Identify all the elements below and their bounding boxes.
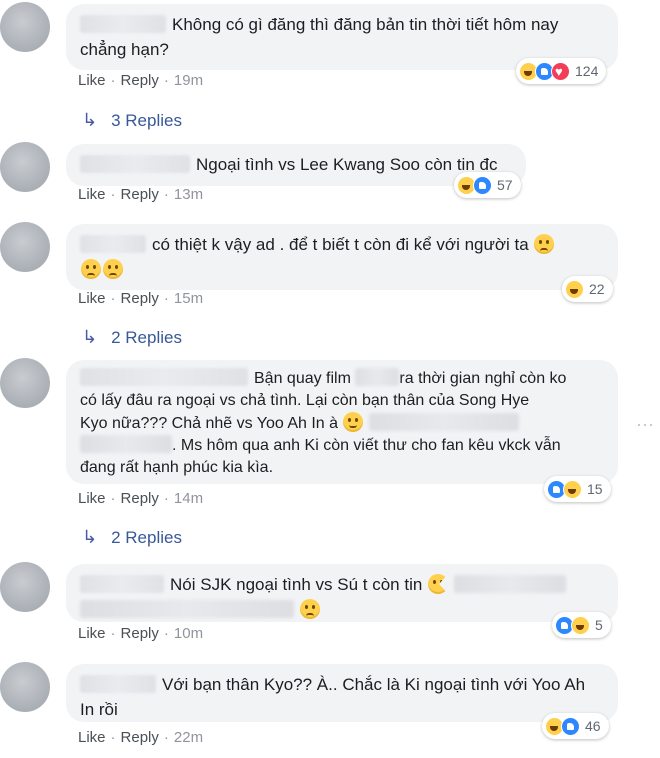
replies-count: 2 Replies	[111, 527, 182, 547]
reaction-count: 5	[595, 617, 603, 633]
comment-bubble: Bận quay film ra thời gian nghỉ còn ko c…	[66, 360, 618, 484]
like-button[interactable]: Like	[78, 625, 106, 642]
reply-arrow-icon: ↳	[82, 527, 98, 547]
comment-actions: Like · Reply · 14m	[78, 490, 204, 507]
timestamp[interactable]: 10m	[174, 625, 203, 642]
love-reaction-icon	[551, 61, 570, 81]
timestamp[interactable]: 22m	[174, 729, 203, 746]
author-name-redacted[interactable]	[80, 575, 164, 593]
avatar[interactable]	[0, 358, 50, 408]
comment-text-line: đang rất hạnh phúc kia kìa.	[80, 459, 274, 476]
sad-emoji-icon	[534, 234, 555, 254]
comment-actions: Like · Reply · 13m	[78, 186, 204, 203]
comment-bubble: Với bạn thân Kyo?? À.. Chắc là Ki ngoại …	[66, 664, 618, 722]
comment-text-line: ra thời gian nghỉ còn ko	[399, 370, 567, 387]
comment-text-line: . Ms hôm qua anh Ki còn viết thư cho fan…	[172, 437, 561, 454]
sad-emoji-icon	[81, 259, 101, 279]
view-replies-link[interactable]: ↳ 2 Replies	[82, 327, 182, 348]
comment-text-line: có lấy đâu ra ngoại vs chả tình. Lại còn…	[80, 392, 530, 409]
timestamp[interactable]: 14m	[174, 490, 203, 507]
author-name-redacted[interactable]	[80, 155, 190, 173]
author-name-redacted[interactable]	[80, 15, 166, 33]
timestamp[interactable]: 19m	[174, 72, 203, 89]
comment-text-line: Với bạn thân Kyo?? À.. Chắc là Ki ngoại …	[162, 675, 586, 694]
timestamp[interactable]: 15m	[174, 290, 203, 307]
view-replies-link[interactable]: ↳ 2 Replies	[82, 527, 182, 548]
author-name-redacted[interactable]	[80, 368, 248, 386]
comment-actions: Like · Reply · 10m	[78, 625, 204, 642]
reactions-summary[interactable]: 124	[516, 58, 607, 84]
reply-arrow-icon: ↳	[82, 327, 98, 347]
haha-reaction-icon	[565, 279, 584, 299]
avatar[interactable]	[0, 662, 50, 712]
like-button[interactable]: Like	[78, 186, 106, 203]
redacted-text	[453, 575, 566, 593]
reaction-count: 57	[497, 177, 513, 193]
avatar[interactable]	[0, 562, 50, 612]
reply-button[interactable]: Reply	[121, 186, 159, 203]
pacman-emoji-icon	[428, 574, 449, 594]
replies-count: 2 Replies	[111, 327, 182, 347]
comment-actions: Like · Reply · 22m	[78, 729, 204, 746]
reactions-summary[interactable]: 15	[544, 476, 611, 502]
comment-text-line: Ngoại tình vs Lee Kwang Soo còn tin đc	[196, 155, 498, 174]
comment-actions: Like · Reply · 19m	[78, 72, 204, 89]
reactions-summary[interactable]: 22	[562, 276, 613, 302]
timestamp[interactable]: 13m	[174, 186, 203, 203]
author-name-redacted[interactable]	[80, 675, 156, 693]
reactions-summary[interactable]: 46	[542, 713, 609, 739]
sad-emoji-icon	[103, 259, 123, 279]
author-name-redacted[interactable]	[80, 235, 146, 253]
redacted-text	[80, 435, 172, 453]
reply-button[interactable]: Reply	[121, 490, 159, 507]
comment-bubble: có thiệt k vậy ad . để t biết t còn đi k…	[66, 224, 618, 290]
like-button[interactable]: Like	[78, 490, 106, 507]
reaction-count: 15	[587, 481, 603, 497]
view-replies-link[interactable]: ↳ 3 Replies	[82, 110, 182, 131]
reactions-summary[interactable]: 5	[552, 612, 611, 638]
comment-text-line: chẳng hạn?	[80, 40, 169, 59]
comment-text-line: Bận quay film	[254, 370, 351, 387]
reply-button[interactable]: Reply	[121, 72, 159, 89]
like-reaction-icon	[473, 175, 492, 195]
reply-button[interactable]: Reply	[121, 290, 159, 307]
avatar[interactable]	[0, 2, 50, 52]
reply-arrow-icon: ↳	[82, 110, 98, 130]
avatar[interactable]	[0, 222, 50, 272]
like-button[interactable]: Like	[78, 729, 106, 746]
smirk-emoji-icon	[343, 412, 364, 432]
comment-actions: Like · Reply · 15m	[78, 290, 204, 307]
haha-reaction-icon	[571, 615, 590, 635]
reaction-count: 22	[589, 281, 605, 297]
comment-text-line: có thiệt k vậy ad . để t biết t còn đi k…	[152, 235, 529, 254]
replies-count: 3 Replies	[111, 110, 182, 130]
like-button[interactable]: Like	[78, 72, 106, 89]
haha-reaction-icon	[563, 479, 582, 499]
reaction-count: 124	[575, 63, 599, 79]
reply-button[interactable]: Reply	[121, 729, 159, 746]
redacted-text	[80, 600, 294, 618]
comment-text-line: Kyo nữa??? Chả nhẽ vs Yoo Ah In à	[80, 415, 339, 432]
comment-text-line: In rồi	[80, 700, 118, 719]
reply-button[interactable]: Reply	[121, 625, 159, 642]
like-reaction-icon	[561, 716, 580, 736]
redacted-text	[368, 413, 519, 431]
like-button[interactable]: Like	[78, 290, 106, 307]
reaction-count: 46	[585, 718, 601, 734]
comment-text-line: Không có gì đăng thì đăng bản tin thời t…	[172, 15, 559, 34]
redacted-text	[355, 368, 400, 386]
avatar[interactable]	[0, 142, 50, 192]
comment-bubble: Nói SJK ngoại tình vs Sú t còn tin	[66, 564, 618, 622]
more-options-icon[interactable]: ···	[636, 414, 654, 435]
reactions-summary[interactable]: 57	[454, 172, 521, 198]
comment-text-line: Nói SJK ngoại tình vs Sú t còn tin	[170, 575, 423, 594]
worried-emoji-icon	[299, 599, 320, 619]
